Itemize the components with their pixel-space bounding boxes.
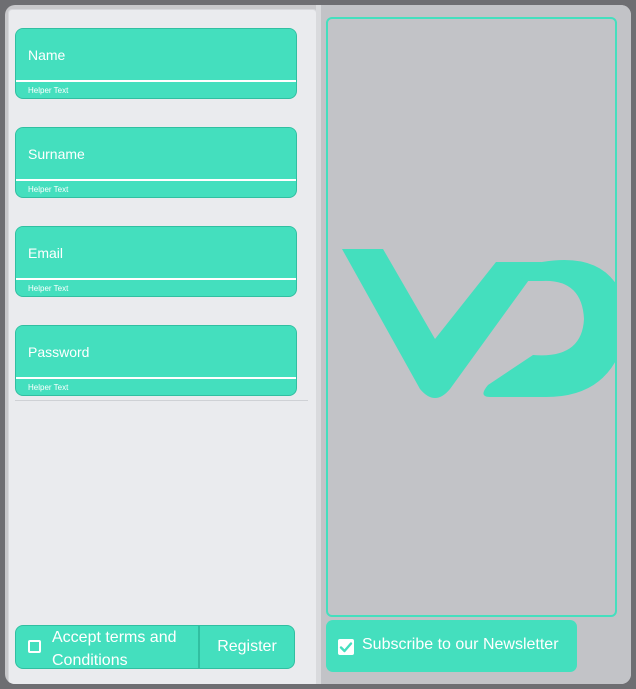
name-field-group: Helper Text [15,28,297,99]
surname-field-group: Helper Text [15,127,297,198]
register-button[interactable]: Register [199,625,295,669]
password-input[interactable] [16,326,296,377]
terms-checkbox[interactable] [28,640,41,653]
password-field-group: Helper Text [15,325,297,396]
password-helper-text: Helper Text [28,383,69,392]
form-divider [15,400,308,401]
logo-frame [326,17,617,617]
name-input[interactable] [16,29,296,80]
terms-label: Accept terms and Conditions [52,629,177,669]
surname-input[interactable] [16,128,296,179]
newsletter-checkbox[interactable] [338,639,354,655]
surname-field-underline [16,179,296,181]
form-actions: Accept terms and Conditions Register [15,625,295,669]
checkmark-icon [339,642,353,653]
vd-logo-icon [342,249,615,398]
accept-terms-toggle[interactable]: Accept terms and Conditions [15,625,199,669]
newsletter-toggle[interactable]: Subscribe to our Newsletter [326,620,577,672]
brand-panel: Subscribe to our Newsletter [321,5,631,684]
email-field-underline [16,278,296,280]
name-helper-text: Helper Text [28,86,69,95]
email-helper-text: Helper Text [28,284,69,293]
email-input[interactable] [16,227,296,278]
registration-form: Helper Text Helper Text Helper Text Help… [9,10,316,684]
name-field-underline [16,80,296,82]
newsletter-label: Subscribe to our Newsletter [362,636,559,653]
password-field-underline [16,377,296,379]
email-field-group: Helper Text [15,226,297,297]
surname-helper-text: Helper Text [28,185,69,194]
app-window: Helper Text Helper Text Helper Text Help… [5,5,631,684]
